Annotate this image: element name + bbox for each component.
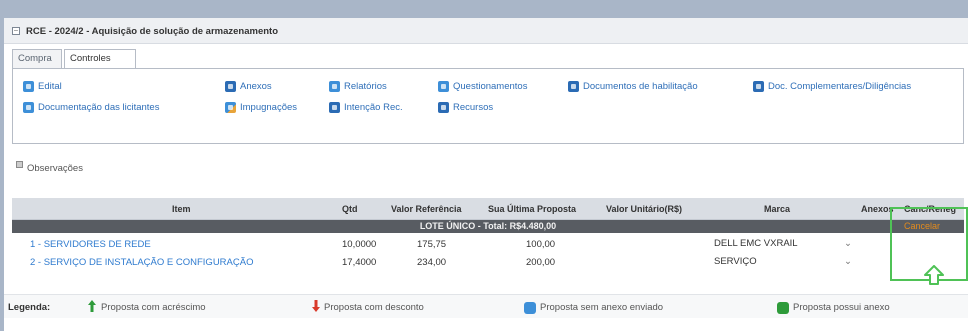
page-title: RCE - 2024/2 - Aquisição de solução de a… (26, 26, 279, 37)
legend-acrescimo: Proposta com acréscimo (101, 302, 206, 313)
expand-icon (16, 161, 23, 168)
appeal-icon (438, 102, 449, 113)
observacoes-toggle[interactable]: Observações (16, 161, 83, 174)
legend-bar: Legenda: Proposta com acréscimo Proposta… (4, 294, 968, 318)
link-anexos-label: Anexos (240, 81, 272, 92)
valor-referencia-value: 234,00 (417, 257, 447, 268)
ultima-proposta-value: 200,00 (526, 257, 556, 268)
tab-controles[interactable]: Controles (64, 49, 136, 69)
table-row: 2 - SERVIÇO DE INSTALAÇÃO E CONFIGURAÇÃO… (12, 253, 964, 271)
link-impugnacoes-label: Impugnações (240, 102, 298, 113)
question-icon (438, 81, 449, 92)
link-doc-complementares-label: Doc. Complementares/Diligências (768, 81, 912, 92)
link-relatorios[interactable]: Relatórios (329, 81, 387, 92)
header-valor-referencia: Valor Referência (391, 204, 462, 214)
table-row: 1 - SERVIDORES DE REDE 10,0000 175,75 10… (12, 235, 964, 253)
report-icon (329, 81, 340, 92)
legend-sem-anexo: Proposta sem anexo enviado (540, 302, 664, 313)
link-documentacao-licitantes[interactable]: Documentação das licitantes (23, 102, 159, 113)
qtd-value: 17,4000 (342, 257, 377, 268)
link-recursos-label: Recursos (453, 102, 494, 113)
chevron-down-icon: ⌄ (844, 256, 852, 267)
link-doc-complementares[interactable]: Doc. Complementares/Diligências (753, 81, 911, 92)
document-check-icon (568, 81, 579, 92)
lote-bar: LOTE ÚNICO - Total: R$4.480,00 Cancelar (12, 220, 964, 233)
impugnation-icon (225, 102, 236, 113)
link-intencao-rec[interactable]: Intenção Rec. (329, 102, 403, 113)
link-documentacao-licitantes-label: Documentação das licitantes (38, 102, 160, 113)
header-qtd: Qtd (342, 204, 358, 214)
intent-icon (329, 102, 340, 113)
link-edital-label: Edital (38, 81, 62, 92)
link-relatorios-label: Relatórios (344, 81, 387, 92)
link-documentos-habilitacao-label: Documentos de habilitação (583, 81, 698, 92)
item-link[interactable]: 2 - SERVIÇO DE INSTALAÇÃO E CONFIGURAÇÃO (30, 257, 253, 268)
documents-icon (23, 102, 34, 113)
table-header: Item Qtd Valor Referência Sua Última Pro… (12, 198, 964, 220)
link-anexos[interactable]: Anexos (225, 81, 272, 92)
has-attachment-icon (777, 302, 789, 314)
header-ultima-proposta: Sua Última Proposta (488, 204, 577, 214)
header-marca: Marca (764, 204, 791, 214)
controls-panel: Edital Anexos Relatórios Questionamentos… (12, 68, 964, 144)
legend-possui-anexo: Proposta possui anexo (793, 302, 890, 313)
tab-compra[interactable]: Compra (12, 49, 62, 68)
header-item: Item (172, 204, 191, 214)
observacoes-label: Observações (27, 163, 83, 174)
ultima-proposta-value: 100,00 (526, 239, 556, 250)
valor-referencia-value: 175,75 (417, 239, 447, 250)
item-link[interactable]: 1 - SERVIDORES DE REDE (30, 239, 151, 250)
link-intencao-rec-label: Intenção Rec. (344, 102, 403, 113)
document-icon (23, 81, 34, 92)
link-edital[interactable]: Edital (23, 81, 62, 92)
link-impugnacoes[interactable]: Impugnações (225, 102, 297, 113)
collapse-icon[interactable]: – (12, 27, 20, 35)
arrow-down-icon (312, 300, 320, 312)
chevron-down-icon: ⌄ (844, 238, 852, 249)
header-anexos: Anexos (861, 204, 894, 214)
legend-desconto: Proposta com desconto (324, 302, 424, 313)
procurement-page: – RCE - 2024/2 - Aquisição de solução de… (4, 18, 968, 331)
qtd-value: 10,0000 (342, 239, 377, 250)
marca-select-value: DELL EMC VXRAIL (714, 238, 798, 249)
folder-icon (753, 81, 764, 92)
link-questionamentos-label: Questionamentos (453, 81, 528, 92)
title-bar: – RCE - 2024/2 - Aquisição de solução de… (4, 18, 968, 44)
no-attachment-icon (524, 302, 536, 314)
marca-select[interactable]: SERVIÇO ⌄ (708, 255, 856, 270)
link-questionamentos[interactable]: Questionamentos (438, 81, 527, 92)
lote-total: LOTE ÚNICO - Total: R$4.480,00 (419, 221, 557, 231)
arrow-up-icon (88, 300, 96, 312)
marca-select[interactable]: DELL EMC VXRAIL ⌄ (708, 237, 856, 252)
marca-select-value: SERVIÇO (714, 256, 757, 267)
arrow-up-outline-icon (924, 265, 944, 285)
header-valor-unitario: Valor Unitário(R$) (606, 204, 683, 214)
link-recursos[interactable]: Recursos (438, 102, 493, 113)
link-documentos-habilitacao[interactable]: Documentos de habilitação (568, 81, 698, 92)
legend-label: Legenda: (8, 302, 51, 313)
attachment-icon (225, 81, 236, 92)
